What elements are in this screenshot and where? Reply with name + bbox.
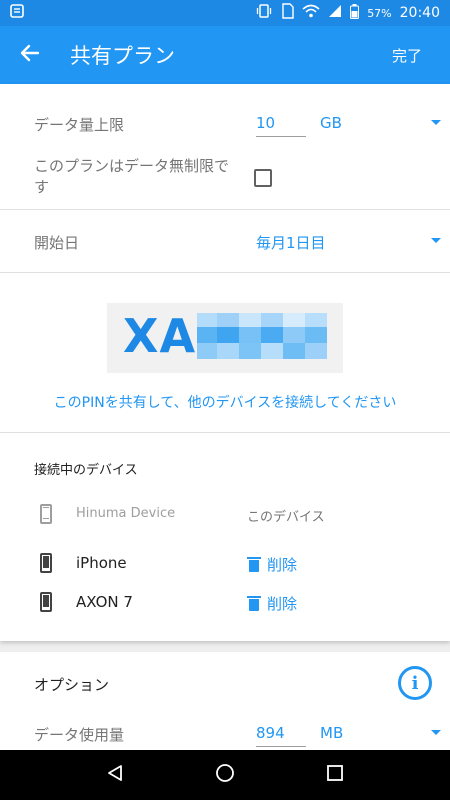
divider [0,209,450,210]
pin-code: XA [123,309,197,363]
info-icon[interactable]: i [398,666,432,700]
sim-icon [280,3,294,23]
divider [0,432,450,433]
plan-settings-card: データ量上限 10 GB このプランはデータ無制限です 開始日 毎月1日目 XA [0,84,450,641]
status-bar: 57% 20:40 [0,0,450,26]
options-title: オプション [34,676,110,694]
circle-home-icon [215,763,235,787]
nav-recents-button[interactable] [315,755,355,795]
device-row-this: Hinuma Device このデバイス [0,500,450,530]
nav-back-button[interactable] [95,755,135,795]
data-limit-unit-dropdown[interactable] [431,120,441,125]
battery-icon [350,3,360,23]
phone-icon [40,553,52,573]
start-date-dropdown[interactable] [431,238,441,243]
divider [0,272,450,273]
data-usage-input[interactable]: 894 [256,724,306,747]
done-button[interactable]: 完了 [392,45,422,66]
delete-device-button[interactable]: 削除 [247,593,298,614]
connected-devices-title: 接続中のデバイス [34,463,138,478]
notification-icon [10,4,24,22]
unlimited-label: このプランはデータ無制限です [34,157,230,196]
device-name: AXON 7 [76,593,133,611]
wifi-icon [302,4,320,22]
device-name: iPhone [76,554,127,572]
options-card: オプション i データ使用量 894 MB [0,652,450,750]
arrow-left-icon [20,43,40,67]
this-device-label: このデバイス [247,510,325,525]
data-usage-unit: MB [320,724,344,742]
start-date-select[interactable]: 毎月1日目 [256,232,326,253]
clock: 20:40 [399,5,440,21]
data-limit-label: データ量上限 [34,116,125,134]
pin-code-blurred [197,313,327,359]
data-limit-unit: GB [320,114,342,132]
pin-code-display: XA [107,303,343,373]
square-recents-icon [326,764,344,786]
nav-home-button[interactable] [205,755,245,795]
device-name: Hinuma Device [76,506,176,521]
trash-icon [247,557,261,572]
vibrate-icon [256,3,272,23]
phone-icon [40,592,52,612]
unlimited-checkbox[interactable] [254,169,272,187]
battery-percent: 57% [367,6,392,20]
delete-label: 削除 [267,556,298,574]
data-limit-input[interactable]: 10 [256,114,306,137]
triangle-back-icon [106,764,124,786]
delete-label: 削除 [267,595,298,613]
data-usage-unit-dropdown[interactable] [431,730,441,735]
system-nav-bar [0,750,450,800]
phone-icon [40,504,52,524]
pin-share-caption: このPINを共有して、他のデバイスを接続してください [53,395,397,411]
trash-icon [247,596,261,611]
app-bar: 共有プラン 完了 [0,26,450,84]
signal-icon [328,4,342,22]
device-row: iPhone 削除 [0,549,450,579]
back-button[interactable] [0,26,60,84]
start-date-label: 開始日 [34,234,80,252]
device-row: AXON 7 削除 [0,588,450,618]
data-usage-label: データ使用量 [34,726,125,744]
delete-device-button[interactable]: 削除 [247,554,298,575]
page-title: 共有プラン [70,44,175,68]
